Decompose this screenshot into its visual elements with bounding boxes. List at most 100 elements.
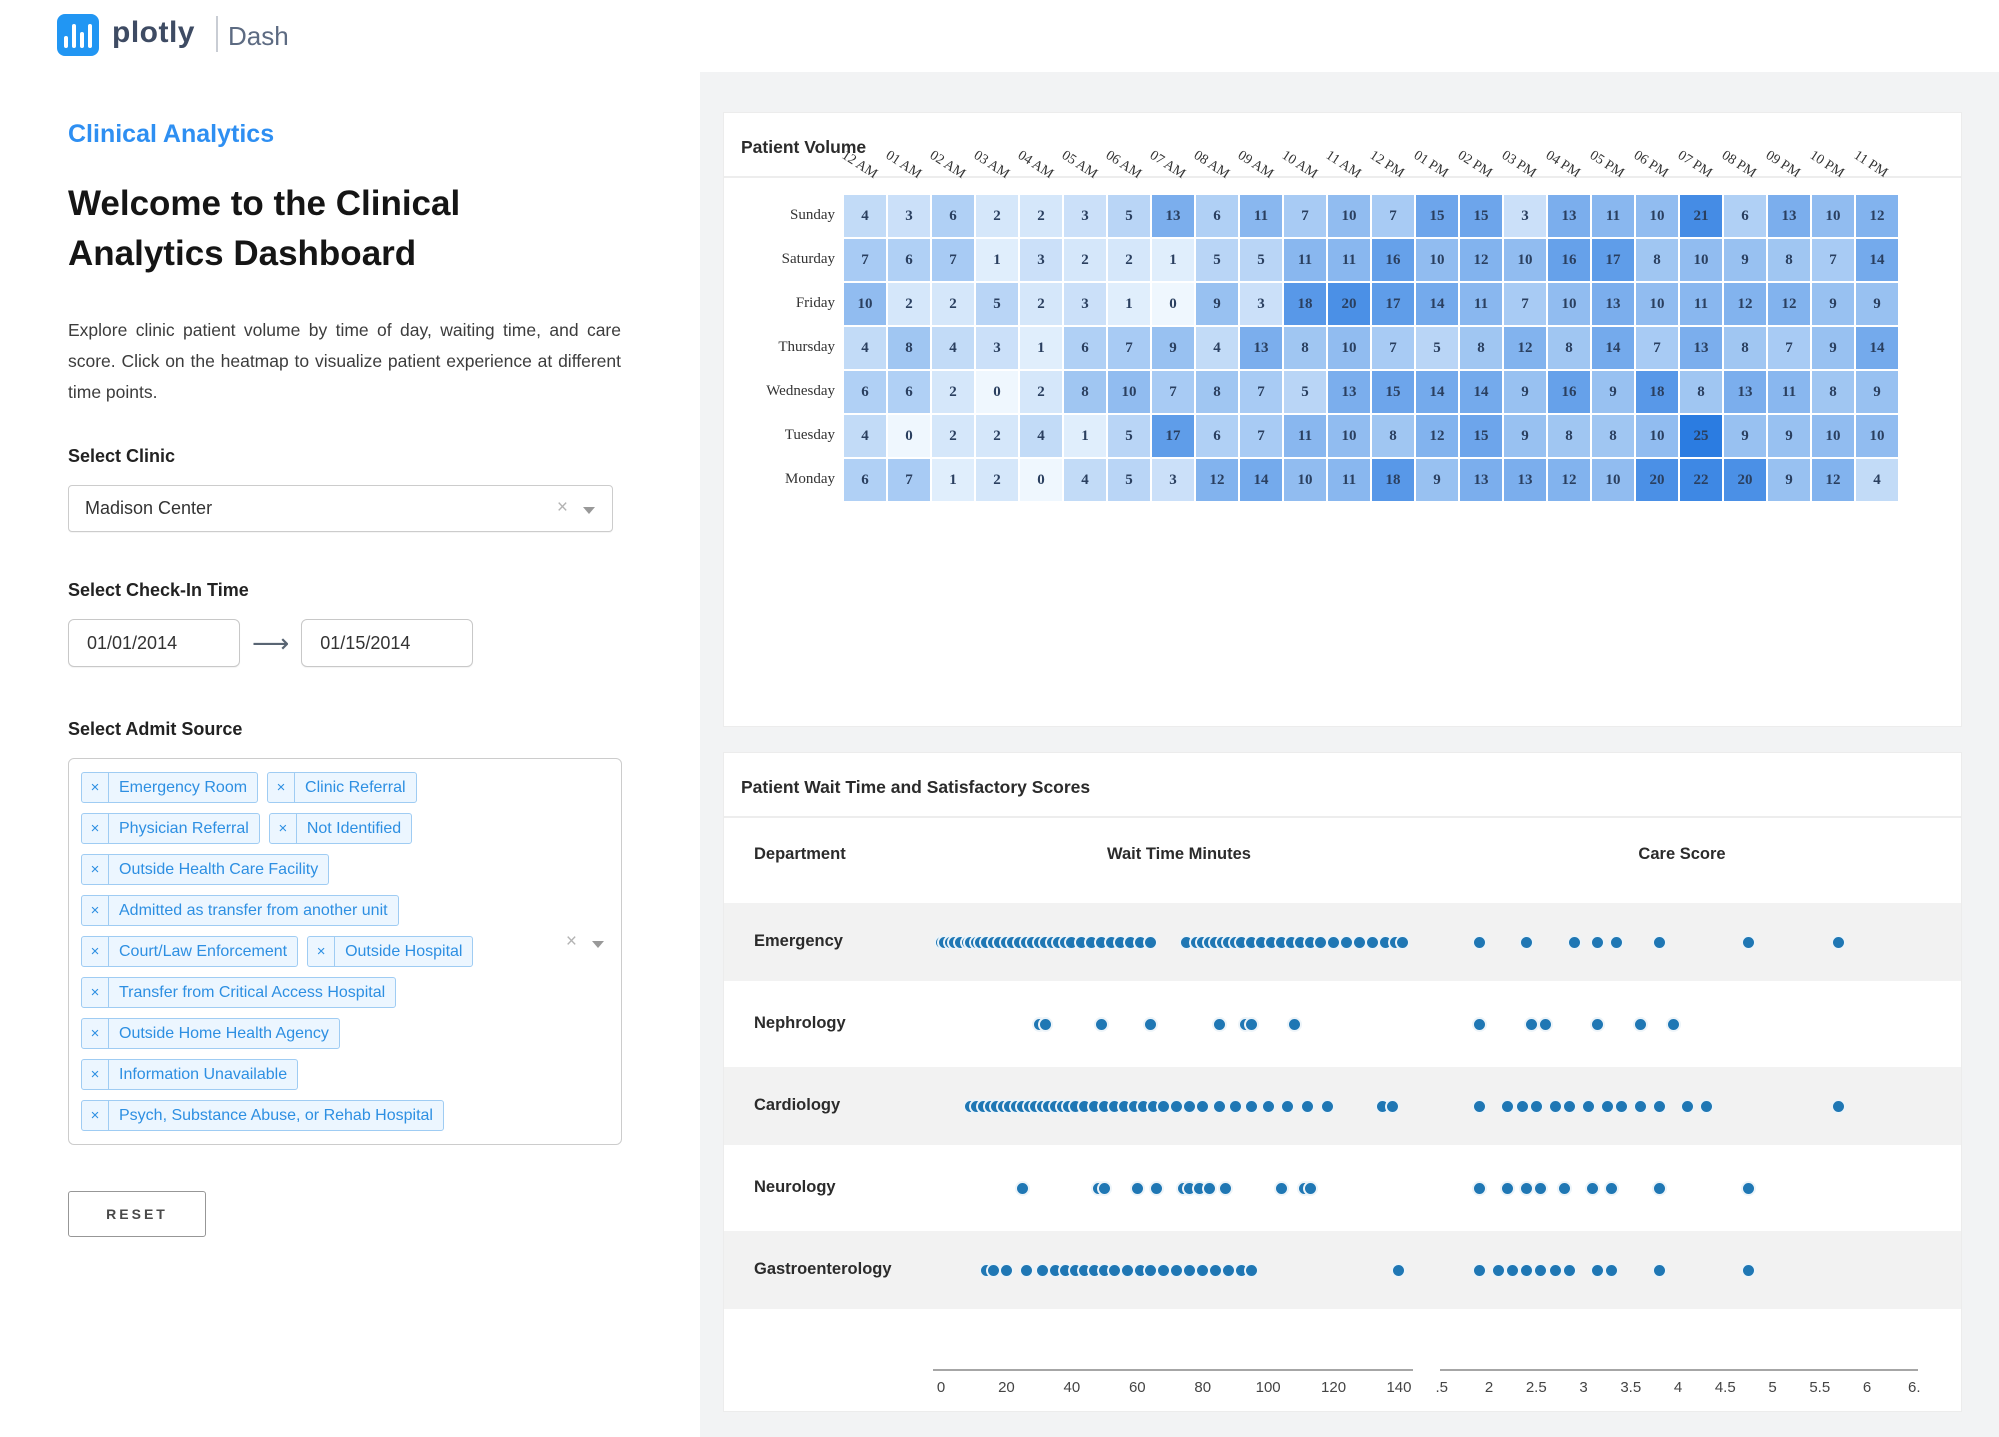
heatmap-cell[interactable]: 13: [1239, 326, 1283, 370]
heatmap-cell[interactable]: 15: [1459, 194, 1503, 238]
heatmap-cell[interactable]: 14: [1855, 238, 1899, 282]
heatmap-cell[interactable]: 2: [931, 282, 975, 326]
heatmap-cell[interactable]: 1: [1151, 238, 1195, 282]
heatmap-cell[interactable]: 1: [1107, 282, 1151, 326]
heatmap-cell[interactable]: 7: [887, 458, 931, 502]
heatmap-cell[interactable]: 4: [1019, 414, 1063, 458]
heatmap-cell[interactable]: 17: [1151, 414, 1195, 458]
heatmap-cell[interactable]: 7: [1283, 194, 1327, 238]
heatmap-cell[interactable]: 13: [1679, 326, 1723, 370]
heatmap-cell[interactable]: 10: [1327, 414, 1371, 458]
heatmap-cell[interactable]: 8: [1063, 370, 1107, 414]
heatmap-cell[interactable]: 0: [1019, 458, 1063, 502]
heatmap-cell[interactable]: 14: [1415, 282, 1459, 326]
heatmap-cell[interactable]: 7: [1811, 238, 1855, 282]
heatmap-cell[interactable]: 11: [1767, 370, 1811, 414]
heatmap-cell[interactable]: 16: [1547, 238, 1591, 282]
heatmap-cell[interactable]: 5: [1195, 238, 1239, 282]
heatmap-cell[interactable]: 14: [1415, 370, 1459, 414]
heatmap-cell[interactable]: 4: [843, 326, 887, 370]
heatmap-cell[interactable]: 9: [1503, 414, 1547, 458]
reset-button[interactable]: RESET: [68, 1191, 206, 1237]
heatmap-cell[interactable]: 9: [1415, 458, 1459, 502]
heatmap-cell[interactable]: 9: [1723, 414, 1767, 458]
heatmap-cell[interactable]: 5: [1107, 458, 1151, 502]
heatmap-cell[interactable]: 8: [887, 326, 931, 370]
heatmap-cell[interactable]: 12: [1195, 458, 1239, 502]
heatmap-cell[interactable]: 10: [1327, 194, 1371, 238]
heatmap-cell[interactable]: 6: [1195, 414, 1239, 458]
heatmap-cell[interactable]: 5: [1107, 414, 1151, 458]
heatmap-cell[interactable]: 20: [1635, 458, 1679, 502]
heatmap-cell[interactable]: 2: [1019, 282, 1063, 326]
heatmap-cell[interactable]: 8: [1679, 370, 1723, 414]
heatmap-cell[interactable]: 11: [1327, 238, 1371, 282]
heatmap-cell[interactable]: 5: [1239, 238, 1283, 282]
admit-source-multiselect[interactable]: ×Emergency Room×Clinic Referral×Physicia…: [68, 758, 622, 1145]
heatmap-cell[interactable]: 9: [1855, 282, 1899, 326]
heatmap-cell[interactable]: 10: [1635, 282, 1679, 326]
heatmap-cell[interactable]: 7: [1371, 194, 1415, 238]
heatmap-cell[interactable]: 8: [1811, 370, 1855, 414]
heatmap-cell[interactable]: 8: [1547, 326, 1591, 370]
heatmap-cell[interactable]: 3: [1063, 282, 1107, 326]
heatmap-cell[interactable]: 5: [1415, 326, 1459, 370]
heatmap-cell[interactable]: 4: [1855, 458, 1899, 502]
heatmap-cell[interactable]: 8: [1547, 414, 1591, 458]
heatmap-cell[interactable]: 1: [931, 458, 975, 502]
admit-clear-icon[interactable]: ×: [566, 931, 577, 953]
chip-remove-icon[interactable]: ×: [82, 814, 109, 843]
heatmap-cell[interactable]: 10: [1547, 282, 1591, 326]
heatmap-cell[interactable]: 7: [1239, 370, 1283, 414]
heatmap-cell[interactable]: 12: [1723, 282, 1767, 326]
chip-remove-icon[interactable]: ×: [82, 978, 109, 1007]
chip-remove-icon[interactable]: ×: [270, 814, 297, 843]
heatmap-cell[interactable]: 2: [1019, 370, 1063, 414]
heatmap-cell[interactable]: 3: [887, 194, 931, 238]
heatmap-cell[interactable]: 22: [1679, 458, 1723, 502]
heatmap-cell[interactable]: 20: [1327, 282, 1371, 326]
heatmap-cell[interactable]: 9: [1591, 370, 1635, 414]
heatmap-cell[interactable]: 10: [1503, 238, 1547, 282]
chip-remove-icon[interactable]: ×: [82, 937, 109, 966]
heatmap-cell[interactable]: 9: [1503, 370, 1547, 414]
heatmap-cell[interactable]: 4: [1195, 326, 1239, 370]
heatmap-cell[interactable]: 9: [1195, 282, 1239, 326]
heatmap-cell[interactable]: 13: [1459, 458, 1503, 502]
heatmap-cell[interactable]: 3: [1019, 238, 1063, 282]
heatmap-cell[interactable]: 12: [1547, 458, 1591, 502]
heatmap-cell[interactable]: 7: [1239, 414, 1283, 458]
chip-remove-icon[interactable]: ×: [82, 1101, 109, 1130]
heatmap-cell[interactable]: 14: [1591, 326, 1635, 370]
chip-remove-icon[interactable]: ×: [82, 1060, 109, 1089]
heatmap-cell[interactable]: 2: [1019, 194, 1063, 238]
heatmap-cell[interactable]: 1: [975, 238, 1019, 282]
heatmap-cell[interactable]: 3: [1063, 194, 1107, 238]
heatmap-cell[interactable]: 6: [887, 370, 931, 414]
heatmap-cell[interactable]: 12: [1855, 194, 1899, 238]
heatmap-cell[interactable]: 8: [1283, 326, 1327, 370]
heatmap-cell[interactable]: 12: [1503, 326, 1547, 370]
heatmap-cell[interactable]: 0: [1151, 282, 1195, 326]
heatmap-cell[interactable]: 10: [1107, 370, 1151, 414]
heatmap-cell[interactable]: 12: [1415, 414, 1459, 458]
heatmap-cell[interactable]: 10: [1635, 414, 1679, 458]
heatmap-cell[interactable]: 13: [1547, 194, 1591, 238]
heatmap-cell[interactable]: 11: [1283, 414, 1327, 458]
heatmap-cell[interactable]: 6: [843, 458, 887, 502]
heatmap-cell[interactable]: 25: [1679, 414, 1723, 458]
heatmap-cell[interactable]: 0: [975, 370, 1019, 414]
chip-remove-icon[interactable]: ×: [82, 1019, 109, 1048]
heatmap-cell[interactable]: 12: [1459, 238, 1503, 282]
heatmap-cell[interactable]: 11: [1459, 282, 1503, 326]
heatmap-cell[interactable]: 8: [1591, 414, 1635, 458]
heatmap-cell[interactable]: 5: [1107, 194, 1151, 238]
heatmap-cell[interactable]: 0: [887, 414, 931, 458]
heatmap-cell[interactable]: 3: [975, 326, 1019, 370]
heatmap-cell[interactable]: 4: [843, 414, 887, 458]
heatmap-cell[interactable]: 11: [1591, 194, 1635, 238]
heatmap-cell[interactable]: 16: [1371, 238, 1415, 282]
heatmap-cell[interactable]: 21: [1679, 194, 1723, 238]
heatmap-cell[interactable]: 6: [843, 370, 887, 414]
heatmap-cell[interactable]: 6: [887, 238, 931, 282]
